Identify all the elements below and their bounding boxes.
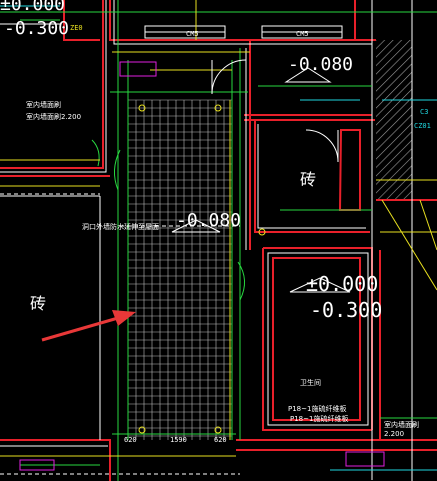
- hatched-wall: [376, 40, 412, 200]
- bottom-dim-c: 620: [214, 436, 227, 444]
- cad-viewport[interactable]: ±0.000 -0.300 -0.080 -0.080 ±0.000 -0.30…: [0, 0, 437, 481]
- level-top-left-upper: ±0.000: [0, 0, 66, 15]
- floor-tile-grid: [127, 99, 233, 440]
- level-top-left-lower: -0.300: [4, 18, 70, 39]
- center-note: 洞口外墙防水延伸至屋面: [82, 223, 159, 231]
- red-walls: [0, 0, 437, 481]
- label-brick-left: 砖: [30, 294, 47, 313]
- cad-drawing[interactable]: [0, 0, 437, 481]
- right-top-code2: CZ01: [414, 122, 431, 130]
- bottom-dim-a: 620: [124, 436, 137, 444]
- top-dim-a: CM5: [186, 30, 199, 38]
- level-center: -0.080: [176, 210, 242, 231]
- label-brick-right: 砖: [300, 170, 317, 189]
- bottom-dim-b: 1590: [170, 436, 187, 444]
- red-arrow: [41, 310, 136, 342]
- bath-dim: P18~1施硫纤维板: [290, 415, 349, 423]
- level-bath-upper: ±0.000: [306, 272, 379, 296]
- top-dim-b: CM5: [296, 30, 309, 38]
- left-dim: ZE0: [70, 24, 83, 32]
- right-top-code: C3: [420, 108, 429, 116]
- level-room-right-upper: -0.080: [288, 54, 354, 75]
- right-bottom-note: 室内墙面刷2.200: [384, 421, 419, 438]
- left-note-b: 室内墙面刷2.200: [26, 113, 82, 121]
- bath-note-a: P18~1施硫纤维板: [288, 405, 347, 413]
- bath-note-b: 卫生间: [300, 379, 321, 387]
- level-bath-lower: -0.300: [310, 298, 383, 322]
- top-windows: [144, 25, 343, 39]
- left-note-a: 室内墙面刷: [26, 101, 61, 109]
